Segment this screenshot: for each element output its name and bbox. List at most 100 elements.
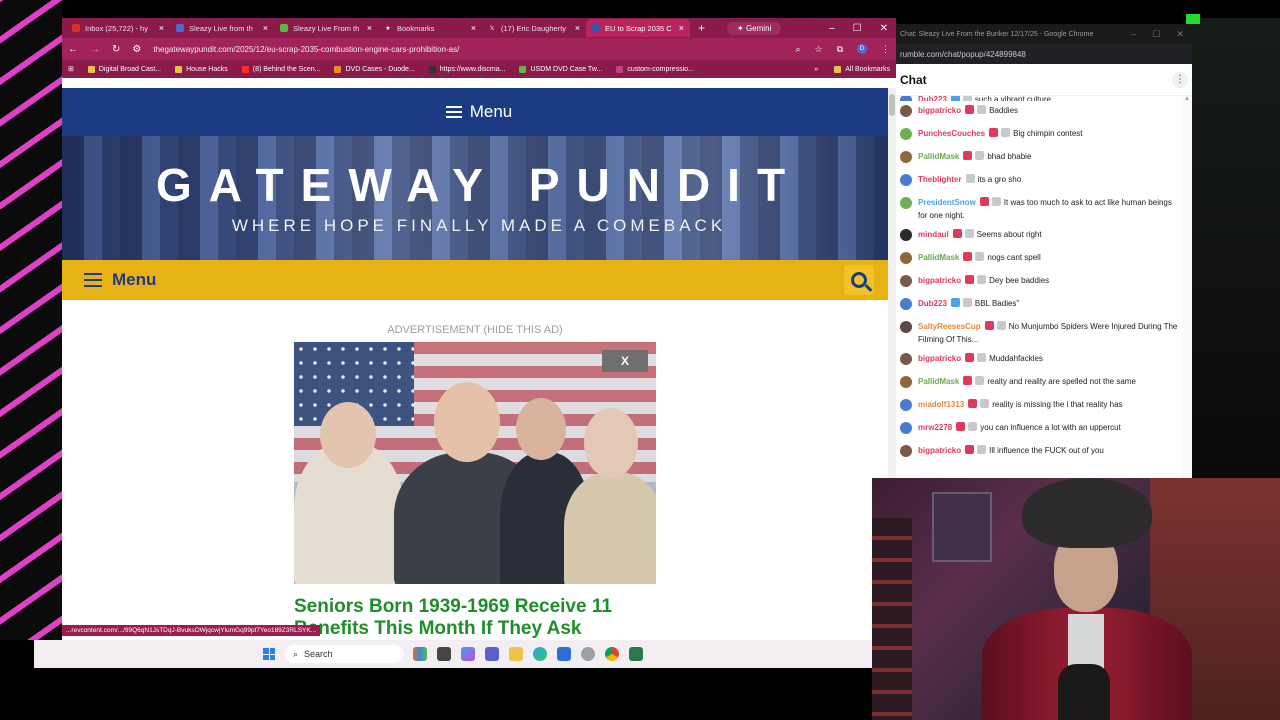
chat-username[interactable]: bigpatricko [918,446,961,455]
hamburger-icon[interactable] [84,273,102,287]
tab-gateway-pundit[interactable]: EU to Scrap 2035 C × [586,19,690,37]
teams-icon[interactable] [485,647,499,661]
app-icon[interactable] [629,647,643,661]
ad-image[interactable]: X [294,342,656,584]
close-tab-icon[interactable]: × [471,23,476,33]
user-avatar[interactable] [900,298,912,310]
taskbar-search[interactable]: ⌕ Search [285,645,403,663]
chat-username[interactable]: bigpatricko [918,106,961,115]
chat-username[interactable]: SaltyReesesCup [918,322,981,331]
chat-username[interactable]: PallidMask [918,253,959,262]
reload-icon[interactable]: ↻ [112,44,120,55]
user-avatar[interactable] [900,197,912,209]
maximize-icon[interactable]: ☐ [853,23,862,34]
more-bookmarks-button[interactable]: » [814,66,818,73]
chat-username[interactable]: PresidentSnow [918,198,976,207]
user-avatar[interactable] [900,275,912,287]
bookmark-item[interactable]: USDM DVD Case Tw... [519,65,602,73]
user-avatar[interactable] [900,353,912,365]
gemini-button[interactable]: ✦ Gemini [727,21,782,35]
site-banner[interactable]: GATEWAY PUNDIT WHERE HOPE FINALLY MADE A… [62,136,896,260]
tab-x[interactable]: 𝕏 (17) Eric Daugherty × [482,19,586,37]
bookmark-item[interactable]: DVD Cases - Duode... [334,65,415,73]
user-avatar[interactable] [900,128,912,140]
tab-bookmarks[interactable]: ★ Bookmarks × [378,19,482,37]
chat-username[interactable]: Dub223 [918,96,947,101]
chat-scrollbar[interactable]: ▲ [1182,96,1192,478]
kebab-menu-icon[interactable]: ⋮ [881,44,890,55]
close-window-icon[interactable]: ✕ [1176,29,1184,40]
task-view-icon[interactable] [437,647,451,661]
user-avatar[interactable] [900,252,912,264]
all-bookmarks-button[interactable]: All Bookmarks [834,65,890,73]
maximize-icon[interactable]: ☐ [1152,29,1160,40]
apps-grid-icon[interactable]: ⊞ [68,65,74,73]
close-tab-icon[interactable]: × [367,23,372,33]
site-info-icon[interactable]: ⚙ [132,44,141,55]
tab-rumble-live-2[interactable]: Sleazy Live From th × [274,19,378,37]
user-avatar[interactable] [900,422,912,434]
copilot-icon[interactable] [461,647,475,661]
chat-username[interactable]: Dub223 [918,299,947,308]
close-tab-icon[interactable]: × [159,23,164,33]
chat-username[interactable]: PallidMask [918,377,959,386]
user-avatar[interactable] [900,174,912,186]
ad-label[interactable]: ADVERTISEMENT (HIDE THIS AD) [62,324,888,336]
close-tab-icon[interactable]: × [263,23,268,33]
ad-close-button[interactable]: X [602,350,648,372]
chat-username[interactable]: bigpatricko [918,276,961,285]
user-avatar[interactable] [900,96,912,101]
site-favicon-icon [428,65,436,73]
chat-username[interactable]: PallidMask [918,152,959,161]
widgets-icon[interactable] [413,647,427,661]
scroll-up-icon[interactable]: ▲ [1182,96,1192,102]
chat-username[interactable]: PunchesCouches [918,129,985,138]
top-menu-button[interactable]: Menu [62,88,896,136]
edge-icon[interactable] [533,647,547,661]
bookmark-item[interactable]: House Hacks [175,65,228,73]
file-explorer-icon[interactable] [509,647,523,661]
bookmark-star-icon[interactable]: ☆ [814,44,822,55]
chrome-icon[interactable] [605,647,619,661]
windows-start-icon[interactable] [263,648,275,660]
tab-rumble-live[interactable]: Sleazy Live from th × [170,19,274,37]
profile-avatar[interactable]: D [857,44,867,54]
user-avatar[interactable] [900,151,912,163]
user-avatar[interactable] [900,105,912,117]
close-window-icon[interactable]: ✕ [880,23,888,34]
minimize-icon[interactable]: – [829,23,835,34]
forward-icon[interactable]: → [90,44,100,55]
chat-username[interactable]: mindaul [918,230,949,239]
url-field[interactable]: thegatewaypundit.com/2025/12/eu-scrap-20… [153,45,783,54]
bookmark-item[interactable]: (8) Behind the Scen... [241,65,320,73]
search-button[interactable] [844,265,874,295]
scroll-thumb[interactable] [889,94,895,116]
minimize-icon[interactable]: – [1131,29,1136,40]
chat-username[interactable]: miadolf1313 [918,400,964,409]
user-avatar[interactable] [900,321,912,333]
settings-icon[interactable] [581,647,595,661]
ad-headline-link[interactable]: Seniors Born 1939-1969 Receive 11 Benefi… [294,596,674,640]
store-icon[interactable] [557,647,571,661]
close-tab-icon[interactable]: × [679,23,684,33]
zoom-icon[interactable]: ⌕ [795,44,800,55]
close-tab-icon[interactable]: × [575,23,580,33]
menu-label[interactable]: Menu [112,270,156,290]
chat-url-bar[interactable]: rumble.com/chat/popup/424899848 [896,44,1192,64]
user-avatar[interactable] [900,445,912,457]
user-avatar[interactable] [900,399,912,411]
extensions-icon[interactable]: ⧉ [837,44,843,55]
user-avatar[interactable] [900,376,912,388]
new-tab-button[interactable]: + [698,21,705,35]
bookmark-item[interactable]: https://www.discma... [428,65,505,73]
back-icon[interactable]: ← [68,44,78,55]
subscriber-badge-icon [977,275,987,284]
chat-username[interactable]: Theblighter [918,175,962,184]
bookmark-item[interactable]: custom-compressio... [616,65,694,73]
bookmark-item[interactable]: Digital Broad Cast... [87,65,161,73]
chat-username[interactable]: mrw2278 [918,423,952,432]
tab-gmail[interactable]: Inbox (25,722) - hy × [66,19,170,37]
chat-username[interactable]: bigpatricko [918,354,961,363]
user-avatar[interactable] [900,229,912,241]
chat-menu-icon[interactable]: ⋮ [1172,71,1188,88]
